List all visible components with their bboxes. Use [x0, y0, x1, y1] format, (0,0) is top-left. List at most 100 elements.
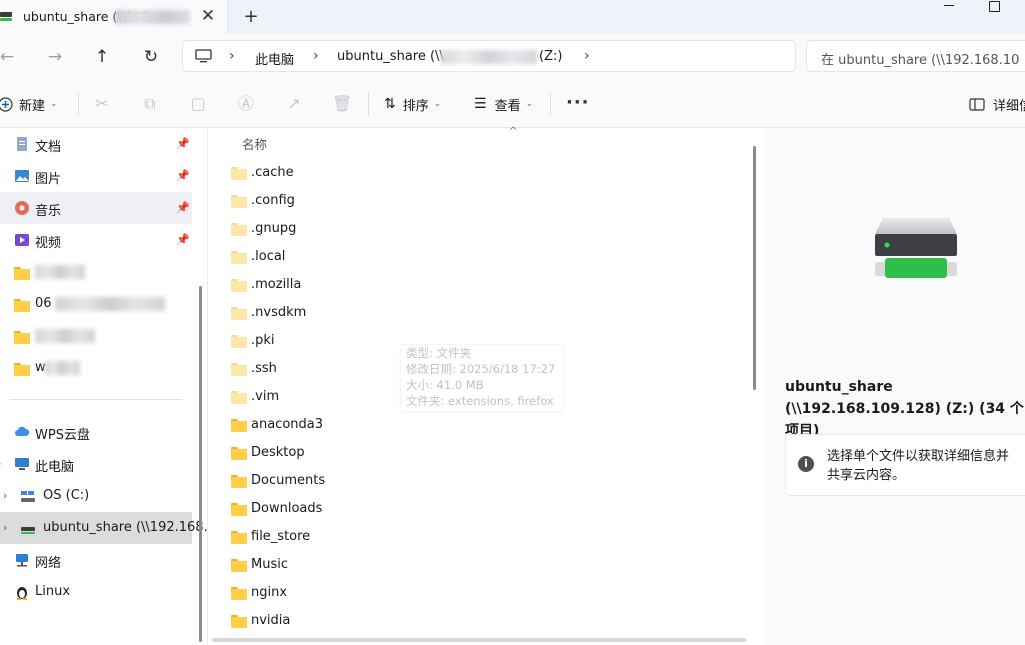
file-list-scrollbar[interactable] — [753, 146, 756, 390]
sidebar-item-label: 06 — [35, 296, 52, 311]
file-row[interactable]: .local — [224, 244, 744, 272]
sidebar-item-videos[interactable]: 视频 📌 — [0, 224, 192, 256]
sidebar-item-os-drive[interactable]: › OS (C:) — [0, 480, 192, 512]
sidebar-scrollbar[interactable] — [199, 286, 202, 642]
file-name: .gnupg — [251, 221, 297, 236]
breadcrumb-separator: › — [313, 48, 319, 64]
sidebar-item-music[interactable]: 音乐 📌 — [0, 192, 192, 224]
address-row: ← → ↑ ↻ › 此电脑 › ubuntu_share (\\ (Z:) › … — [0, 34, 1025, 80]
cut-icon[interactable]: ✂ — [92, 94, 112, 114]
file-row[interactable]: file_store — [224, 524, 744, 552]
file-name: Downloads — [251, 501, 323, 516]
cloud-icon — [15, 426, 30, 436]
computer-icon — [195, 49, 212, 63]
back-button[interactable]: ← — [0, 44, 20, 70]
sidebar-item-network[interactable]: 网络 — [0, 544, 192, 576]
breadcrumb-share-prefix[interactable]: ubuntu_share (\\ — [337, 49, 444, 64]
file-row[interactable]: Downloads — [224, 496, 744, 524]
paste-icon[interactable]: ▢ — [188, 94, 208, 114]
pin-icon[interactable]: 📌 — [176, 201, 190, 214]
sidebar-item-pictures[interactable]: 图片 📌 — [0, 160, 192, 192]
file-row[interactable]: Documents — [224, 468, 744, 496]
file-row[interactable]: nvidia — [224, 608, 744, 636]
expand-chevron-icon[interactable]: › — [0, 457, 1, 470]
file-row[interactable]: .mozilla — [224, 272, 744, 300]
delete-icon[interactable]: 🗑 — [332, 94, 352, 114]
expand-chevron-icon[interactable]: › — [3, 521, 7, 534]
sidebar-item-this-pc[interactable]: › 此电脑 — [0, 448, 192, 480]
up-button[interactable]: ↑ — [89, 44, 115, 70]
rename-icon[interactable]: Ⓐ — [236, 94, 256, 114]
share-icon[interactable]: ↗ — [284, 94, 304, 114]
close-tab-button[interactable]: ✕ — [198, 6, 218, 26]
tooltip-size: 大小: 41.0 MB — [406, 378, 484, 392]
file-name: nvidia — [251, 613, 291, 628]
sidebar-item-label: OS (C:) — [43, 488, 90, 503]
maximize-button[interactable] — [989, 1, 1000, 12]
file-row[interactable]: anaconda3 — [224, 412, 744, 440]
sidebar-item-label: 文档 — [35, 140, 62, 155]
sidebar-item-wps-cloud[interactable]: WPS云盘 — [0, 416, 192, 448]
pin-icon[interactable]: 📌 — [176, 233, 190, 246]
sort-button[interactable]: ⇅ 排序 ⌄ — [384, 94, 441, 114]
more-options-button[interactable]: ··· — [566, 92, 590, 113]
search-placeholder: 在 ubuntu_share (\\192.168.10 — [821, 53, 1020, 68]
pin-icon[interactable]: 📌 — [176, 169, 190, 182]
sidebar-item-linux[interactable]: Linux — [0, 576, 192, 608]
file-row[interactable]: .config — [224, 188, 744, 216]
folder-icon — [231, 503, 247, 516]
sidebar-item-label: 音乐 — [35, 204, 62, 219]
pin-icon[interactable]: 📌 — [176, 137, 190, 150]
refresh-button[interactable]: ↻ — [138, 44, 164, 70]
document-icon — [17, 137, 27, 151]
folder-icon — [231, 195, 247, 208]
folder-icon — [231, 307, 247, 320]
tab-ubuntu-share[interactable]: ubuntu_share (\\192. ✕ — [0, 0, 228, 34]
file-row[interactable]: Desktop — [224, 440, 744, 468]
sidebar-item-folder[interactable] — [0, 256, 192, 288]
computer-icon — [15, 458, 29, 470]
search-input[interactable]: 在 ubuntu_share (\\192.168.10 — [806, 40, 1025, 72]
details-info-card: i 选择单个文件以获取详细信息并 共享云内容。 — [785, 434, 1025, 496]
tooltip-type: 类型: 文件夹 — [406, 346, 472, 360]
column-header-name[interactable]: 名称 — [242, 134, 267, 153]
breadcrumb-separator: › — [229, 48, 235, 64]
horizontal-scrollbar[interactable] — [212, 638, 746, 642]
file-name: Music — [251, 557, 288, 572]
file-tooltip: 类型: 文件夹 修改日期: 2025/6/18 17:27 大小: 41.0 M… — [400, 344, 564, 412]
forward-button[interactable]: → — [42, 44, 68, 70]
file-row[interactable]: .gnupg — [224, 216, 744, 244]
navigation-pane: 文档 📌 图片 📌 音乐 📌 视频 📌 06 w WPS云盘 此电脑 › OS … — [0, 128, 216, 645]
file-row[interactable]: nginx — [224, 580, 744, 608]
copy-icon[interactable]: ⧉ — [140, 94, 160, 114]
expand-chevron-icon[interactable]: › — [3, 489, 7, 502]
breadcrumb-separator[interactable]: › — [584, 48, 590, 64]
file-row[interactable]: .cache — [224, 160, 744, 188]
folder-icon — [231, 223, 247, 236]
video-icon — [15, 234, 29, 246]
minimize-button[interactable] — [944, 0, 956, 10]
breadcrumb-this-pc[interactable]: 此电脑 — [255, 49, 294, 68]
new-tab-button[interactable]: + — [240, 6, 262, 28]
network-drive-icon — [875, 218, 957, 278]
details-label: 详细信 — [993, 98, 1025, 114]
tooltip-folders: 文件夹: extensions, firefox — [406, 394, 554, 408]
sidebar-item-folder[interactable]: 06 — [0, 288, 192, 320]
breadcrumb-share-suffix[interactable]: (Z:) — [539, 49, 562, 64]
view-button[interactable]: ☰ 查看 ⌄ — [474, 94, 533, 114]
file-name: .cache — [251, 165, 294, 180]
new-button[interactable]: 新建 ⌄ — [0, 94, 58, 114]
folder-icon — [231, 419, 247, 432]
sidebar-item-folder[interactable] — [0, 320, 192, 352]
sidebar-item-ubuntu-share[interactable]: › ubuntu_share (\\192.168.1 — [0, 512, 216, 544]
sidebar-item-folder[interactable]: w — [0, 352, 192, 384]
file-name: .pki — [251, 333, 275, 348]
address-bar[interactable]: › 此电脑 › ubuntu_share (\\ (Z:) › — [182, 40, 796, 72]
sidebar-item-documents[interactable]: 文档 📌 — [0, 128, 192, 160]
file-name: .nvsdkm — [251, 305, 307, 320]
file-row[interactable]: .nvsdkm — [224, 300, 744, 328]
file-name: file_store — [251, 529, 311, 544]
redacted-text — [55, 297, 165, 311]
details-pane-button[interactable]: 详细信 — [969, 94, 1025, 114]
file-row[interactable]: Music — [224, 552, 744, 580]
